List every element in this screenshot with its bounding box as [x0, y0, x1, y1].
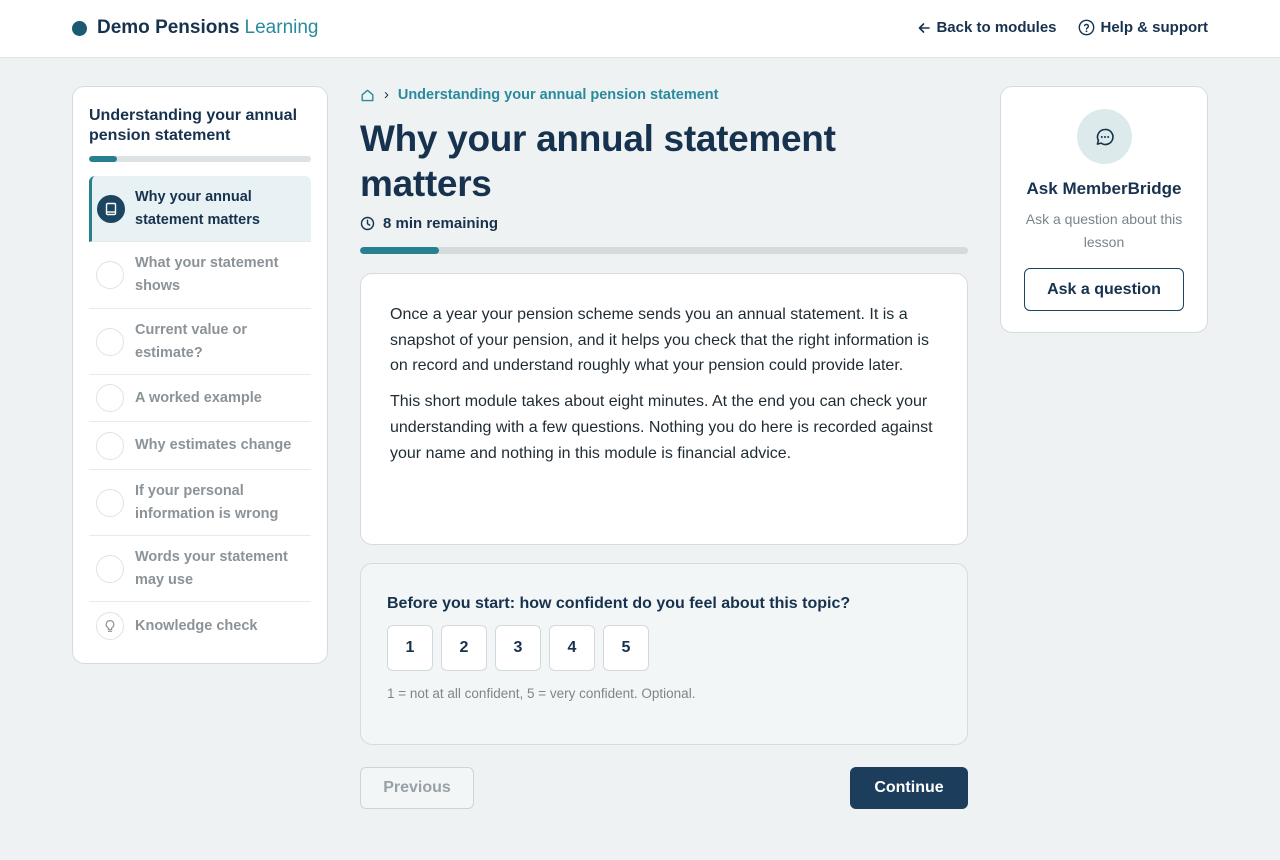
lesson-status-quiz: [96, 612, 124, 640]
ask-subtitle: Ask a question about this lesson: [1025, 211, 1183, 250]
module-sidebar: Understanding your annual pension statem…: [72, 86, 328, 664]
confidence-scale: 1 2 3 4 5: [387, 625, 657, 671]
lesson-item-what-statement-shows[interactable]: What your statement shows: [89, 242, 311, 309]
lesson-content-card: Once a year your pension scheme sends yo…: [360, 273, 968, 545]
lesson-progress-bar: [360, 247, 968, 254]
confidence-check-card: Before you start: how confident do you f…: [360, 563, 968, 745]
lesson-status-circle: [96, 327, 124, 356]
header-links: Back to modules Help & support: [918, 19, 1208, 36]
lesson-status-circle: [96, 488, 124, 517]
help-support-link[interactable]: Help & support: [1078, 19, 1209, 36]
confidence-option-3[interactable]: 3: [495, 625, 541, 671]
confidence-option-5[interactable]: 5: [603, 625, 649, 671]
book-icon: [105, 202, 117, 215]
lesson-item-label: What your statement shows: [135, 255, 279, 294]
lesson-list: Why your annual statement matters What y…: [89, 176, 311, 650]
ask-memberbridge-card: Ask MemberBridge Ask a question about th…: [1000, 86, 1208, 333]
help-support-label: Help & support: [1100, 19, 1209, 36]
help-circle-icon: [1078, 19, 1094, 36]
breadcrumb-separator: ›: [384, 87, 389, 103]
lesson-paragraph: This short module takes about eight minu…: [390, 393, 933, 462]
top-header: Demo Pensions Learning Back to modules H…: [0, 0, 1280, 58]
lesson-item-knowledge-check[interactable]: Knowledge check: [89, 602, 311, 650]
module-title: Understanding your annual pension statem…: [89, 107, 298, 144]
lesson-status-circle: [96, 261, 124, 289]
confidence-option-1[interactable]: 1: [387, 625, 433, 671]
lesson-item-current-value-or-estimate[interactable]: Current value or estimate?: [89, 309, 311, 375]
lesson-status-current: [97, 194, 125, 223]
ask-title: Ask MemberBridge: [1026, 179, 1182, 198]
back-to-modules-link[interactable]: Back to modules: [918, 19, 1057, 36]
previous-button[interactable]: Previous: [360, 767, 474, 809]
brand-dot-icon: [72, 20, 87, 36]
lesson-item-label: Why estimates change: [135, 437, 292, 453]
continue-button[interactable]: Continue: [850, 767, 968, 809]
lesson-item-label: Words your statement may use: [135, 548, 288, 588]
confidence-option-2[interactable]: 2: [441, 625, 487, 671]
lightbulb-icon: [105, 619, 115, 632]
lesson-item-worked-example[interactable]: A worked example: [89, 375, 311, 422]
lesson-item-label: Knowledge check: [135, 617, 258, 634]
lesson-status-circle: [96, 384, 124, 412]
back-to-modules-label: Back to modules: [936, 19, 1057, 36]
ask-question-button[interactable]: Ask a question: [1024, 268, 1184, 311]
chat-bubble-icon: [1077, 109, 1132, 164]
breadcrumb-module-link[interactable]: Understanding your annual pension statem…: [398, 87, 719, 103]
lesson-status-circle: [96, 431, 124, 460]
arrow-left-icon: [919, 22, 931, 33]
lesson-paragraph: Once a year your pension scheme sends yo…: [390, 306, 929, 375]
lesson-status-circle: [96, 554, 124, 583]
brand-logo[interactable]: Demo Pensions Learning: [72, 17, 319, 39]
confidence-question: Before you start: how confident do you f…: [387, 595, 851, 612]
time-remaining-label: 8 min remaining: [383, 215, 499, 232]
lesson-item-why-statement-matters[interactable]: Why your annual statement matters: [89, 176, 311, 242]
lesson-item-words-statement-may-use[interactable]: Words your statement may use: [89, 536, 311, 602]
confidence-option-4[interactable]: 4: [549, 625, 595, 671]
lesson-item-label: A worked example: [135, 389, 262, 406]
lesson-item-label: If your personal information is wrong: [135, 482, 279, 522]
confidence-hint: 1 = not at all confident, 5 = very confi…: [387, 686, 696, 701]
lesson-item-why-estimates-change[interactable]: Why estimates change: [89, 422, 311, 470]
lesson-item-label: Current value or estimate?: [135, 321, 247, 361]
module-progress-bar: [89, 156, 311, 162]
brand-subtitle: Learning: [244, 17, 319, 38]
lesson-item-personal-info-wrong[interactable]: If your personal information is wrong: [89, 470, 311, 536]
breadcrumb: › Understanding your annual pension stat…: [360, 87, 719, 103]
brand-name: Demo Pensions: [97, 17, 240, 38]
page-title: Why your annual statement matters: [360, 118, 836, 204]
home-icon[interactable]: [360, 88, 375, 103]
clock-icon: [360, 216, 375, 231]
lesson-progress-fill: [360, 247, 440, 254]
lesson-item-label: Why your annual statement matters: [135, 188, 260, 228]
time-remaining: 8 min remaining: [360, 215, 498, 232]
module-progress-fill: [89, 156, 117, 162]
